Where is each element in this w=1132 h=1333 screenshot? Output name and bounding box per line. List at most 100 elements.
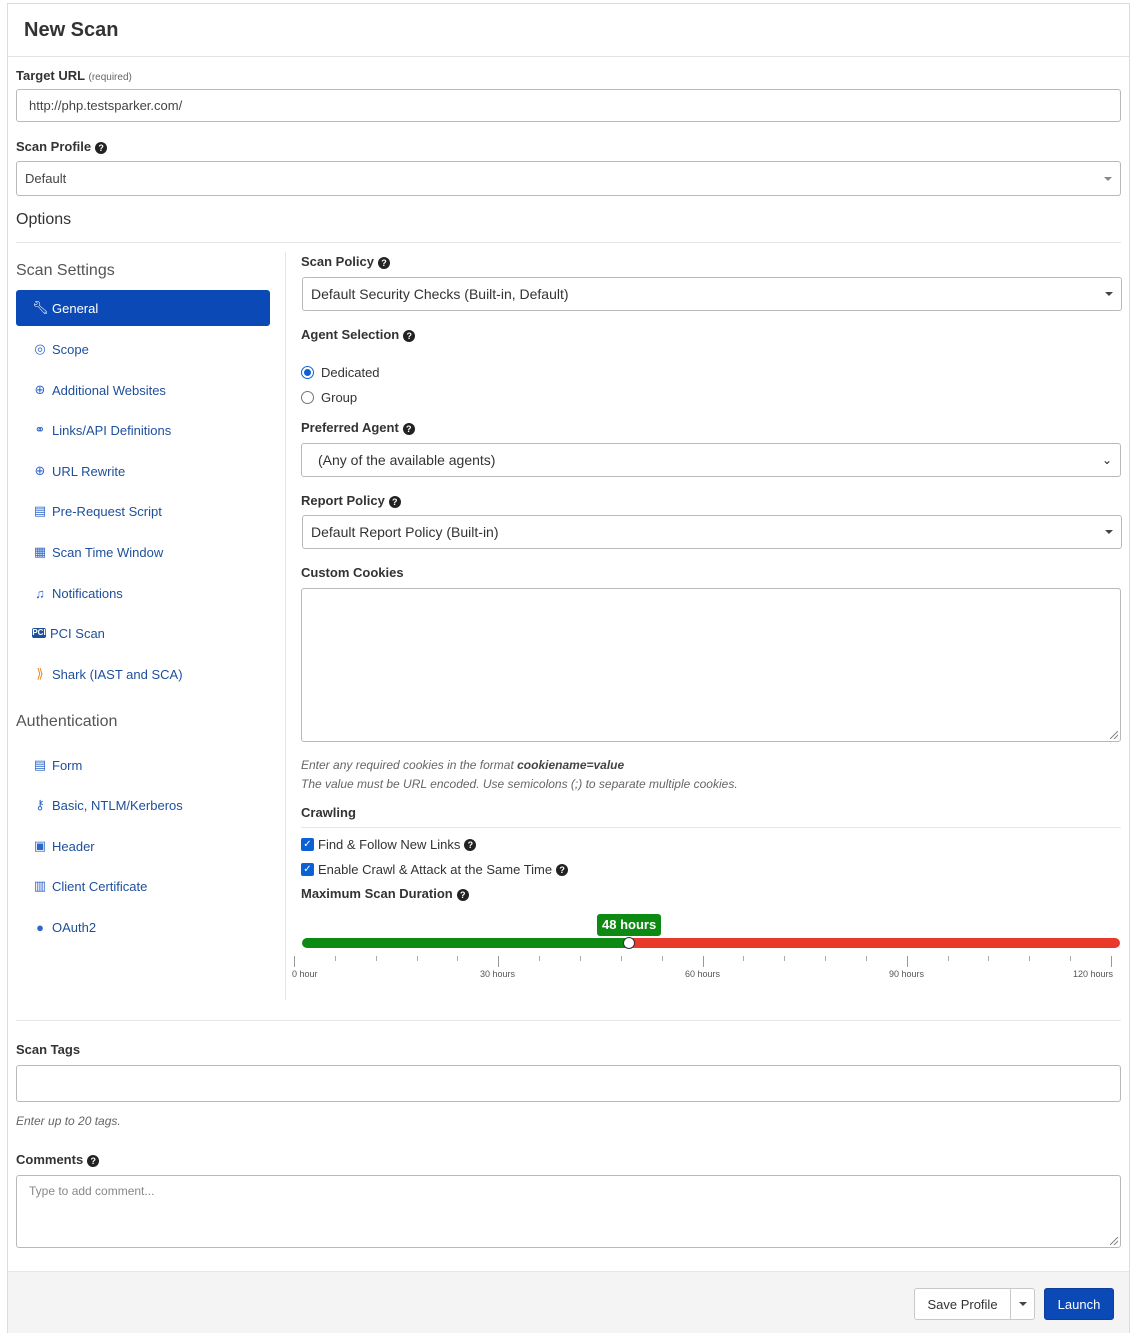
major-tick [294, 956, 295, 967]
help-icon[interactable]: ? [403, 330, 416, 342]
sidebar-item-shark[interactable]: ⟫ Shark (IAST and SCA) [16, 656, 270, 692]
scan-profile-select[interactable]: Default [16, 161, 1121, 196]
sidebar-item-oauth2[interactable]: ● OAuth2 [16, 909, 270, 945]
header-icon: ▣ [33, 838, 47, 853]
scan-tags-label: Scan Tags [16, 1042, 81, 1057]
checkbox-checked[interactable]: ✓ [301, 838, 314, 851]
help-icon[interactable]: ? [556, 863, 569, 876]
preferred-agent-value: (Any of the available agents) [318, 452, 496, 468]
help-icon[interactable]: ? [95, 142, 108, 154]
cookies-hint-line2: The value must be URL encoded. Use semic… [301, 777, 738, 791]
sidebar-item-general[interactable]: 🔧︎ General [16, 290, 270, 326]
crawling-label: Crawling [301, 805, 356, 820]
radio-group[interactable]: Group [301, 390, 357, 405]
save-profile-button[interactable]: Save Profile [914, 1288, 1011, 1320]
minor-tick [866, 956, 867, 961]
minor-tick [1070, 956, 1071, 961]
tick-label: 60 hours [685, 969, 721, 979]
help-icon[interactable]: ? [456, 889, 469, 901]
duration-slider[interactable]: 48 hours 0 hour 30 hours 60 hours 90 hours 1… [292, 914, 1120, 984]
sidebar-item-header[interactable]: ▣ Header [16, 828, 270, 864]
slider-handle[interactable] [623, 937, 635, 949]
panel-header: New Scan [8, 4, 1129, 57]
slider-track-low [302, 938, 629, 948]
agent-selection-label: Agent Selection? [301, 327, 416, 342]
sidebar-item-pre-request-script[interactable]: ▤ Pre-Request Script [16, 493, 270, 529]
major-tick [1111, 956, 1112, 967]
resize-handle[interactable] [1110, 1237, 1118, 1245]
help-icon[interactable]: ? [87, 1155, 100, 1167]
sidebar-item-scan-time-window[interactable]: ▦ Scan Time Window [16, 534, 270, 570]
preferred-agent-label: Preferred Agent? [301, 420, 415, 435]
scan-policy-select[interactable]: Default Security Checks (Built-in, Defau… [302, 277, 1122, 311]
sidebar-item-notifications[interactable]: ♫ Notifications [16, 575, 270, 611]
globe-icon: ⊕ [34, 382, 46, 397]
slider-track-high [629, 938, 1120, 948]
scan-tags-input[interactable] [16, 1065, 1121, 1102]
sidebar-item-client-certificate[interactable]: ▥ Client Certificate [16, 868, 270, 904]
help-icon[interactable]: ? [402, 423, 415, 435]
sidebar-item-form[interactable]: ▤ Form [16, 747, 270, 783]
launch-button[interactable]: Launch [1044, 1288, 1114, 1320]
sidebar-item-links-api[interactable]: ⚭ Links/API Definitions [16, 412, 270, 448]
find-follow-checkbox[interactable]: ✓ Find & Follow New Links? [301, 837, 477, 852]
sidebar-item-url-rewrite[interactable]: ⊕ URL Rewrite [16, 453, 270, 489]
minor-tick [417, 956, 418, 961]
cookies-hint-line1: Enter any required cookies in the format… [301, 758, 625, 772]
sidebar-item-pci-scan[interactable]: PCI PCI Scan [16, 615, 270, 651]
caret-down-icon [1104, 176, 1112, 181]
calendar-icon: ▦ [33, 544, 47, 559]
scan-settings-title: Scan Settings [16, 262, 115, 279]
custom-cookies-textarea[interactable] [301, 588, 1121, 742]
comments-textarea[interactable]: Type to add comment... [16, 1175, 1121, 1248]
new-scan-panel: New Scan Target URL (required) http://ph… [7, 3, 1130, 1333]
authentication-title: Authentication [16, 713, 118, 730]
scan-tags-hint: Enter up to 20 tags. [16, 1114, 121, 1128]
tick-label: 30 hours [480, 969, 516, 979]
minor-tick [376, 956, 377, 961]
divider [301, 827, 1121, 828]
duration-value-badge: 48 hours [597, 914, 662, 936]
radio-dedicated[interactable]: Dedicated [301, 365, 380, 380]
resize-handle[interactable] [1110, 731, 1118, 739]
minor-tick [988, 956, 989, 961]
divider [16, 242, 1121, 243]
minor-tick [621, 956, 622, 961]
minor-tick [1029, 956, 1030, 961]
scan-policy-label: Scan Policy? [301, 254, 390, 269]
comments-placeholder: Type to add comment... [29, 1184, 155, 1198]
caret-down-icon [1105, 530, 1113, 534]
script-icon: ▤ [33, 503, 47, 518]
sidebar-item-scope[interactable]: ◎ Scope [16, 331, 270, 367]
report-policy-value: Default Report Policy (Built-in) [311, 524, 499, 540]
target-url-input[interactable]: http://php.testsparker.com/ [16, 89, 1121, 122]
help-icon[interactable]: ? [377, 257, 390, 269]
pci-icon: PCI [32, 628, 46, 638]
max-duration-label: Maximum Scan Duration? [301, 886, 469, 901]
tick-label: 120 hours [1073, 969, 1114, 979]
report-policy-label: Report Policy? [301, 493, 401, 508]
page-title: New Scan [24, 19, 119, 41]
help-icon[interactable]: ? [388, 496, 401, 508]
oauth-icon: ● [36, 919, 44, 935]
save-profile-dropdown-button[interactable] [1010, 1288, 1035, 1320]
minor-tick [580, 956, 581, 961]
checkbox-checked[interactable]: ✓ [301, 863, 314, 876]
minor-tick [825, 956, 826, 961]
sidebar-item-additional-websites[interactable]: ⊕ Additional Websites [16, 372, 270, 408]
preferred-agent-select[interactable]: (Any of the available agents) ⌄ [301, 443, 1121, 477]
radio-indicator[interactable] [301, 366, 314, 379]
tick-label: 90 hours [889, 969, 925, 979]
minor-tick [743, 956, 744, 961]
minor-tick [457, 956, 458, 961]
minor-tick [335, 956, 336, 961]
help-icon[interactable]: ? [464, 838, 477, 851]
slider-scale: 0 hour 30 hours 60 hours 90 hours 120 hours [292, 956, 1120, 984]
report-policy-select[interactable]: Default Report Policy (Built-in) [302, 515, 1122, 549]
bell-icon: ♫ [35, 585, 45, 601]
sidebar-item-basic-ntlm[interactable]: ⚷ Basic, NTLM/Kerberos [16, 787, 270, 823]
scan-profile-label: Scan Profile? [16, 139, 108, 154]
target-icon: ◎ [34, 341, 46, 356]
crawl-attack-checkbox[interactable]: ✓ Enable Crawl & Attack at the Same Time? [301, 862, 569, 877]
radio-indicator[interactable] [301, 391, 314, 404]
